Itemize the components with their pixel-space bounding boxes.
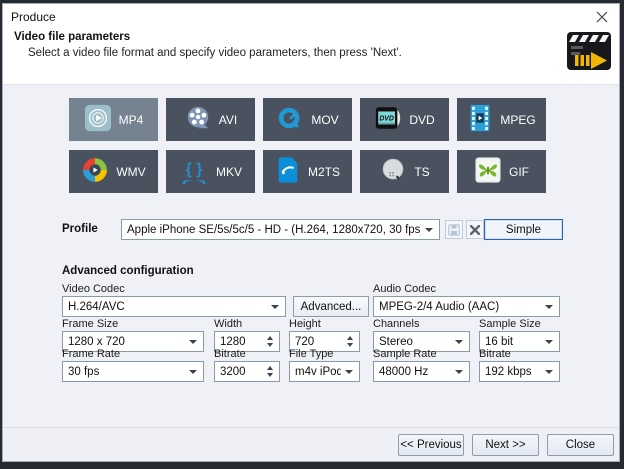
sample-rate-dropdown[interactable]: 48000 Hz [373,361,470,382]
format-button-dvd[interactable]: DVD DVD [360,98,449,141]
quicktime-icon [276,104,304,135]
spinner-buttons[interactable] [263,366,279,377]
close-button[interactable]: Close [547,434,614,456]
chevron-down-icon [545,305,553,309]
save-profile-icon[interactable] [445,220,463,239]
gray-sphere-icon [379,156,407,187]
butterfly-icon [474,156,502,187]
video-bitrate-label: Bitrate [214,348,246,360]
spinner-buttons[interactable] [263,336,279,347]
spinner-buttons[interactable] [343,336,359,347]
audio-bitrate-label: Bitrate [479,348,511,360]
sample-size-label: Sample Size [479,318,541,330]
profile-value: Apple iPhone SE/5s/5c/5 - HD - (H.264, 1… [127,224,421,236]
clapperboard-arrow-icon [566,30,612,77]
format-label: WMV [116,165,145,179]
video-codec-label: Video Codec [62,283,125,295]
svg-text:{ }: { } [186,161,203,178]
width-label: Width [214,318,242,330]
spin-up-icon[interactable] [267,336,273,340]
color-wheel-play-icon [81,156,109,187]
page-subtitle: Select a video file format and specify v… [28,47,402,59]
chevron-down-icon [545,340,553,344]
format-label: MP4 [119,113,144,127]
format-label: M2TS [308,165,340,179]
audio-bitrate-dropdown[interactable]: 192 kbps [479,361,560,382]
frame-rate-dropdown[interactable]: 30 fps [62,361,204,382]
chevron-down-icon [271,305,279,309]
profile-label: Profile [62,223,98,235]
advanced-section-title: Advanced configuration [62,265,194,277]
audio-codec-dropdown[interactable]: MPEG-2/4 Audio (AAC) [373,296,560,317]
format-button-avi[interactable]: AVI [166,98,255,141]
previous-button[interactable]: << Previous [398,434,464,456]
format-label: TS [414,165,429,179]
format-button-mov[interactable]: MOV [263,98,352,141]
format-label: MKV [216,165,242,179]
format-button-mpeg[interactable]: MPEG [457,98,546,141]
window-title: Produce [11,10,56,24]
film-reel-icon [184,104,212,135]
chevron-down-icon [189,340,197,344]
format-label: GIF [509,165,529,179]
produce-dialog: Produce Video file parameters Select a v… [2,3,620,462]
advanced-button[interactable]: Advanced... [293,296,369,317]
format-button-wmv[interactable]: WMV [69,150,158,193]
sample-rate-label: Sample Rate [373,348,437,360]
spin-up-icon[interactable] [347,336,353,340]
curly-braces-icon: { } [179,156,209,187]
svg-text:DVD: DVD [380,116,395,123]
close-icon[interactable] [591,7,613,27]
format-button-ts[interactable]: TS [360,150,449,193]
format-grid: MP4 AVI [69,98,546,193]
dialog-header: Produce Video file parameters Select a v… [3,4,619,85]
spin-down-icon[interactable] [267,373,273,377]
mp4-player-icon [84,104,112,135]
format-label: MOV [311,113,338,127]
video-bitrate-stepper[interactable]: 3200 [214,361,280,382]
dvd-disc-icon: DVD [374,104,402,135]
format-button-m2ts[interactable]: M2TS [263,150,352,193]
channels-label: Channels [373,318,419,330]
spin-down-icon[interactable] [347,343,353,347]
chevron-down-icon [545,370,553,374]
spin-up-icon[interactable] [267,366,273,370]
delete-profile-icon[interactable] [466,220,484,239]
frame-rate-label: Frame Rate [62,348,120,360]
chevron-down-icon [425,228,433,232]
format-button-gif[interactable]: GIF [457,150,546,193]
dialog-footer: << Previous Next >> Close [3,427,619,461]
profile-dropdown[interactable]: Apple iPhone SE/5s/5c/5 - HD - (H.264, 1… [121,219,440,240]
format-label: DVD [409,113,434,127]
spin-down-icon[interactable] [267,343,273,347]
format-button-mkv[interactable]: { } MKV [166,150,255,193]
chevron-down-icon [455,340,463,344]
height-label: Height [289,318,321,330]
video-codec-dropdown[interactable]: H.264/AVC [62,296,286,317]
file-type-dropdown[interactable]: m4v iPod [289,361,360,382]
format-button-mp4[interactable]: MP4 [69,98,158,141]
chevron-down-icon [345,370,353,374]
chevron-down-icon [189,370,197,374]
bluray-icon [275,156,301,187]
format-label: MPEG [500,113,535,127]
frame-size-label: Frame Size [62,318,118,330]
next-button[interactable]: Next >> [472,434,539,456]
filmstrip-icon [467,104,493,135]
chevron-down-icon [455,370,463,374]
page-title: Video file parameters [14,31,130,43]
audio-codec-label: Audio Codec [373,283,436,295]
simple-button[interactable]: Simple [484,219,563,240]
format-label: AVI [219,113,237,127]
file-type-label: File Type [289,348,333,360]
